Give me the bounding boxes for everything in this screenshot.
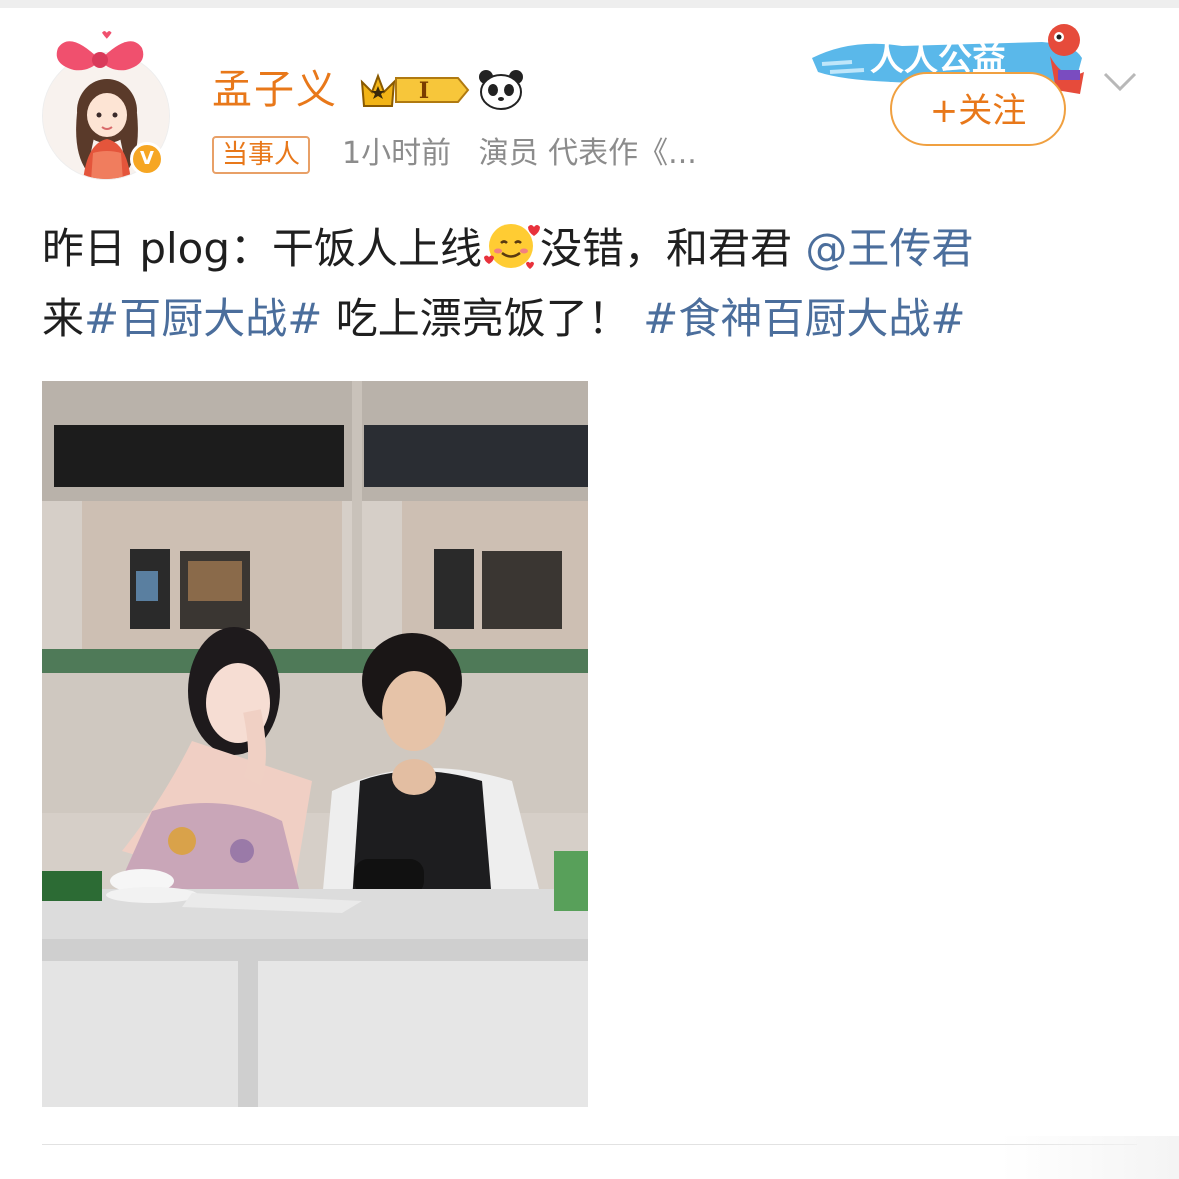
follow-button[interactable]: +关注 [890,72,1066,146]
post-text-4: 吃上漂亮饭了！ [322,294,630,343]
username[interactable]: 孟子义 [212,64,338,116]
watermark [1000,1136,1179,1179]
user-description: 演员 代表作《... [478,136,697,171]
post-meta: 1小时前 演员 代表作《... [342,134,697,174]
post-text-2: 没错，和君君 [540,224,806,273]
hashtag-link-1[interactable]: #百厨大战# [84,294,322,343]
crown-level-icon: I [360,73,470,107]
post-text: 昨日 plog：干饭人上线 没错，和君君 @王传君来#百厨大战# 吃上漂亮饭了！… [42,214,1142,354]
bow-decoration [56,31,144,71]
chevron-down-icon[interactable] [1102,66,1138,96]
top-bar [0,0,1179,8]
post-text-3: 来 [42,294,85,343]
mention-link[interactable]: @王传君 [805,224,973,273]
v-verified-icon: V [130,142,164,176]
panda-icon [479,70,523,110]
post-time: 1小时前 [342,136,452,171]
crown-level-text: I [419,78,429,104]
party-tag: 当事人 [212,136,311,174]
divider [42,1144,1137,1145]
hashtag-link-2[interactable]: #食神百厨大战# [643,294,965,343]
post-text-1: 昨日 plog：干饭人上线 [42,224,483,273]
smiling-hearts-emoji [484,224,541,269]
post-photo[interactable] [42,381,588,1107]
avatar[interactable]: V [42,31,170,180]
